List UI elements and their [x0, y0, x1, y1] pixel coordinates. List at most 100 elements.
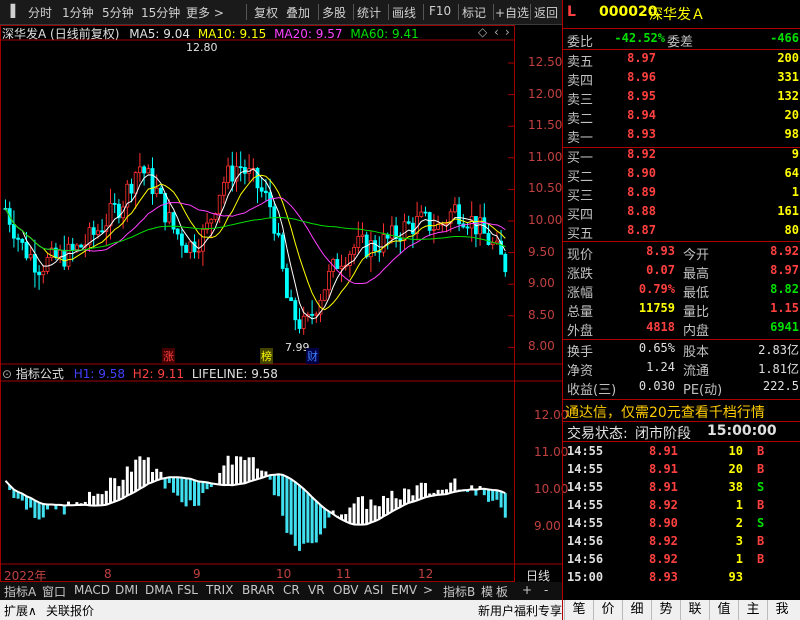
candle-body — [259, 187, 264, 192]
btn-biaoji[interactable]: 标记 — [462, 4, 486, 21]
ask-volume: 98 — [784, 127, 799, 141]
tick-row: 14:55 8.91 10 B — [563, 444, 800, 462]
indicator-lifeline: LIFELINE: 9.58 — [191, 367, 278, 381]
btn-f10[interactable]: F10 — [429, 4, 451, 18]
btn-zixuan[interactable]: +自选 — [495, 4, 529, 21]
marker-bang[interactable]: 榜 — [260, 348, 273, 364]
ask-volume: 200 — [777, 51, 799, 65]
ma20-label: MA20: 9.57 — [274, 27, 343, 41]
ma10-line — [5, 174, 506, 311]
chart-title: 深华发A (日线前复权) — [2, 27, 120, 41]
ask-row[interactable]: 卖五 8.97 200 — [563, 51, 800, 70]
tab-more[interactable]: 更多 > — [186, 4, 224, 21]
top-toolbar: ▐ 分时 1分钟 5分钟 15分钟 更多 > 复权 叠加 多股 统计 画线 F1… — [0, 0, 562, 25]
fund-label-2: PE(动) — [683, 383, 723, 398]
candle-body — [457, 204, 462, 225]
indicator-title[interactable]: 指标公式 — [16, 367, 64, 381]
btn-duogu[interactable]: 多股 — [322, 4, 346, 21]
tab-indicator-b[interactable]: 指标B — [443, 583, 475, 600]
marker-zhang[interactable]: 涨 — [162, 348, 175, 364]
stat-label: 现价 — [567, 248, 594, 263]
promo-banner[interactable]: 通达信，仅需20元查看千档行情 — [565, 402, 765, 422]
fund-label: 换手 — [567, 345, 594, 360]
zoom-in-button[interactable]: + — [522, 583, 532, 597]
tab-macd[interactable]: MACD — [74, 583, 110, 597]
candle-body — [75, 244, 79, 250]
ask-row[interactable]: 卖一 8.93 98 — [563, 127, 800, 146]
fund-label-2: 股本 — [683, 345, 710, 360]
tab-more-arrow[interactable]: > — [423, 583, 433, 597]
stat-value-2: 8.97 — [770, 263, 799, 277]
tab-dmi[interactable]: DMI — [115, 583, 138, 597]
l-icon[interactable]: L — [567, 4, 576, 20]
time-label-nov: 11 — [336, 567, 352, 581]
ask-price: 8.96 — [627, 70, 656, 84]
stat-value: 4818 — [646, 320, 675, 334]
expand-button[interactable]: 扩展∧ — [4, 602, 37, 619]
tab-fenshi[interactable]: 分时 — [28, 4, 52, 21]
indicator-dropdown-icon[interactable]: ⊙ — [2, 367, 12, 381]
tab-asi[interactable]: ASI — [364, 583, 383, 597]
btn-tongji[interactable]: 统计 — [357, 4, 381, 21]
zoom-out-button[interactable]: - — [544, 583, 548, 597]
candle-body — [33, 254, 37, 273]
tab-1min[interactable]: 1分钟 — [62, 4, 94, 21]
chevron-left-icon[interactable]: ‹ — [494, 25, 499, 39]
tab-obv[interactable]: OBV — [333, 583, 359, 597]
bid-row[interactable]: 买五 8.87 80 — [563, 223, 800, 242]
diamond-icon[interactable]: ◇ — [478, 25, 487, 39]
tab-window[interactable]: 窗口 — [42, 583, 66, 600]
candle-body — [503, 253, 508, 273]
tab-15min[interactable]: 15分钟 — [141, 4, 180, 21]
stat-label-2: 最低 — [683, 286, 710, 301]
tab-brar[interactable]: BRAR — [242, 583, 275, 597]
chevron-right-icon[interactable]: › — [505, 25, 510, 39]
tab-fsl[interactable]: FSL — [177, 583, 198, 597]
indicator-h1: H1: 9.58 — [73, 367, 125, 381]
tab-mo[interactable]: 模 — [481, 583, 493, 600]
menu-icon[interactable]: ▐ — [6, 4, 15, 18]
bid-row[interactable]: 买三 8.89 1 — [563, 185, 800, 204]
related-quote-button[interactable]: 关联报价 — [46, 602, 94, 619]
tab-trix[interactable]: TRIX — [206, 583, 233, 597]
candle-body — [16, 237, 21, 240]
promo-link[interactable]: 新用户福利专享 — [478, 602, 562, 619]
ask-row[interactable]: 卖二 8.94 20 — [563, 108, 800, 127]
bid-row[interactable]: 买四 8.88 161 — [563, 204, 800, 223]
tab-vr[interactable]: VR — [308, 583, 325, 597]
bid-row[interactable]: 买二 8.90 64 — [563, 166, 800, 185]
tick-price: 8.92 — [649, 498, 678, 512]
ask-volume: 331 — [777, 70, 799, 84]
candle-body — [289, 297, 294, 301]
tab-5min[interactable]: 5分钟 — [102, 4, 134, 21]
ask-price: 8.95 — [627, 89, 656, 103]
stat-label: 涨跌 — [567, 267, 594, 282]
marker-cai[interactable]: 财 — [306, 348, 319, 364]
btn-huaxian[interactable]: 画线 — [392, 4, 416, 21]
candle-body — [146, 168, 151, 174]
tab-cr[interactable]: CR — [283, 583, 300, 597]
candle-body — [373, 240, 378, 252]
btn-back[interactable]: 返回 — [534, 4, 558, 21]
tick-time: 14:56 — [567, 534, 604, 548]
tab-emv[interactable]: EMV — [391, 583, 417, 597]
bid-label: 买四 — [567, 208, 594, 223]
tick-row: 14:55 8.91 20 B — [563, 462, 800, 480]
ask-row[interactable]: 卖三 8.95 132 — [563, 89, 800, 108]
tab-dma[interactable]: DMA — [145, 583, 173, 597]
tab-ban[interactable]: 板 — [496, 583, 508, 600]
ask-volume: 20 — [784, 108, 799, 122]
stat-value: 11759 — [638, 301, 675, 315]
price-tick-label: 8.50 — [528, 307, 555, 322]
tab-indicator-a[interactable]: 指标A — [4, 583, 36, 600]
ask-row[interactable]: 卖四 8.96 331 — [563, 70, 800, 89]
chart-area[interactable]: 深华发A (日线前复权) MA5: 9.04 MA10: 9.15 MA20: … — [0, 25, 568, 583]
candle-body — [301, 315, 306, 329]
candle-body — [276, 232, 281, 236]
bid-row[interactable]: 买一 8.92 9 — [563, 147, 800, 166]
fund-value: 0.65% — [638, 341, 675, 355]
tick-price: 8.91 — [649, 444, 678, 458]
candle-body — [339, 265, 344, 269]
btn-fuquan[interactable]: 复权 — [254, 4, 278, 21]
btn-diejia[interactable]: 叠加 — [286, 4, 310, 21]
